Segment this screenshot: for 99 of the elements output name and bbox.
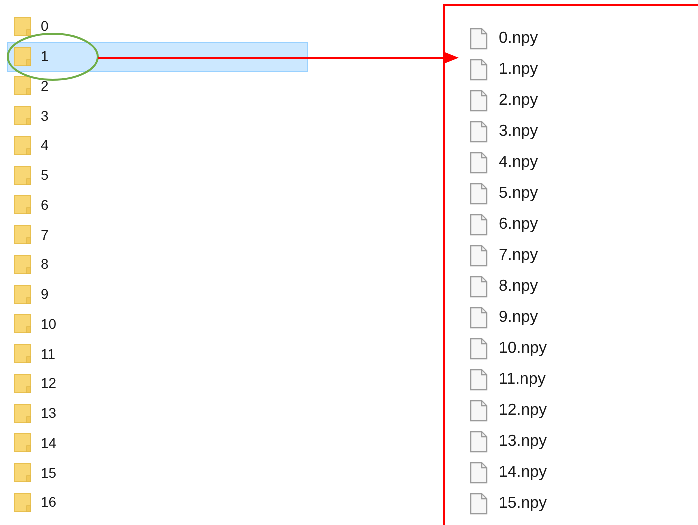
file-name: 9.npy [499, 308, 538, 328]
file-row[interactable]: 10.npy [470, 333, 698, 364]
file-name: 11.npy [499, 370, 546, 390]
folder-name: 11 [41, 344, 56, 364]
file-row[interactable]: 11.npy [470, 364, 698, 395]
file-icon [470, 244, 488, 266]
file-icon [470, 400, 488, 422]
folder-icon [14, 404, 32, 424]
folder-icon [14, 106, 32, 126]
file-row[interactable]: 6.npy [470, 209, 698, 240]
file-icon [470, 28, 488, 50]
file-row[interactable]: 12.npy [470, 395, 698, 426]
folder-row[interactable]: 4 [7, 131, 308, 161]
file-icon [470, 58, 488, 80]
file-icon [470, 214, 488, 236]
folder-row[interactable]: 10 [7, 310, 308, 340]
folder-name: 16 [41, 493, 57, 512]
folder-row[interactable]: 16 [7, 488, 308, 518]
file-name: 8.npy [499, 276, 538, 296]
file-row[interactable]: 5.npy [470, 178, 698, 209]
folder-row[interactable]: 12 [7, 369, 308, 399]
folder-row[interactable]: 11 [7, 339, 308, 369]
file-icon [470, 368, 488, 390]
folder-row[interactable]: 7 [7, 220, 308, 250]
file-name: 1.npy [499, 60, 538, 80]
folder-name: 3 [41, 106, 49, 126]
folder-row[interactable]: 6 [7, 190, 308, 220]
folder-name: 5 [41, 166, 49, 186]
file-name: 10.npy [499, 338, 548, 358]
folder-icon [14, 344, 32, 364]
folder-name: 13 [41, 404, 57, 424]
folder-icon [14, 314, 32, 334]
file-row[interactable]: 8.npy [470, 271, 698, 302]
folder-row[interactable]: 3 [7, 101, 308, 131]
file-row[interactable]: 4.npy [470, 147, 698, 178]
folder-icon [14, 195, 32, 216]
folder-icon [14, 433, 32, 454]
file-name: 7.npy [499, 246, 538, 266]
file-icon [470, 306, 488, 328]
file-icon [470, 276, 488, 298]
folder-icon [14, 374, 32, 394]
file-icon [470, 462, 488, 484]
folder-name: 1 [41, 47, 49, 66]
folder-name: 8 [41, 255, 49, 274]
folder-row[interactable]: 2 [7, 72, 308, 102]
file-name: 4.npy [499, 152, 538, 172]
folder-icon [14, 225, 32, 246]
folder-name: 7 [41, 226, 49, 245]
file-row[interactable]: 13.npy [470, 426, 698, 457]
folder-row[interactable]: 13 [7, 398, 308, 428]
folder-name: 15 [41, 464, 57, 483]
folder-name: 4 [41, 136, 49, 156]
folder-icon [14, 76, 32, 96]
folder-name: 2 [41, 76, 49, 96]
folder-row[interactable]: 5 [7, 160, 308, 190]
file-icon [470, 430, 488, 452]
folder-icon [14, 136, 32, 156]
file-row[interactable]: 9.npy [470, 302, 698, 333]
file-name: 6.npy [499, 214, 538, 234]
file-row[interactable]: 1.npy [470, 54, 698, 85]
folder-name: 14 [41, 434, 57, 453]
file-icon [470, 338, 488, 360]
file-name: 5.npy [499, 184, 538, 204]
file-name: 12.npy [499, 400, 548, 420]
file-icon [470, 120, 488, 142]
folder-name: 12 [41, 374, 57, 394]
file-row[interactable]: 0.npy [470, 23, 698, 54]
file-row[interactable]: 3.npy [470, 116, 698, 147]
folder-icon [14, 463, 32, 484]
file-row[interactable]: 14.npy [470, 457, 698, 488]
folder-icon [14, 492, 32, 513]
file-row[interactable]: 7.npy [470, 240, 698, 271]
folder-row[interactable]: 9 [7, 280, 308, 310]
folder-icon [14, 16, 32, 37]
file-name: 13.npy [499, 432, 548, 452]
file-name: 3.npy [499, 122, 538, 142]
folder-row[interactable]: 0 [7, 12, 308, 42]
file-name: 14.npy [499, 462, 548, 482]
file-icon [470, 492, 488, 514]
file-name: 15.npy [499, 494, 548, 514]
folder-row[interactable]: 1 [7, 42, 308, 72]
file-icon [470, 152, 488, 174]
file-icon [470, 182, 488, 204]
folder-row[interactable]: 8 [7, 250, 308, 280]
folder-name: 6 [41, 196, 49, 215]
folder-icon [14, 254, 32, 275]
folder-name: 0 [41, 17, 49, 36]
folder-name: 9 [41, 285, 49, 304]
folder-icon [14, 284, 32, 305]
file-icon [470, 90, 488, 112]
folder-icon [14, 166, 32, 186]
file-row[interactable]: 15.npy [470, 488, 698, 519]
folder-row[interactable]: 15 [7, 458, 308, 488]
file-name: 0.npy [499, 28, 538, 48]
file-row[interactable]: 2.npy [470, 85, 698, 116]
folder-icon [14, 46, 32, 67]
folder-name: 10 [41, 314, 57, 334]
folder-row[interactable]: 14 [7, 428, 308, 458]
file-name: 2.npy [499, 90, 538, 110]
